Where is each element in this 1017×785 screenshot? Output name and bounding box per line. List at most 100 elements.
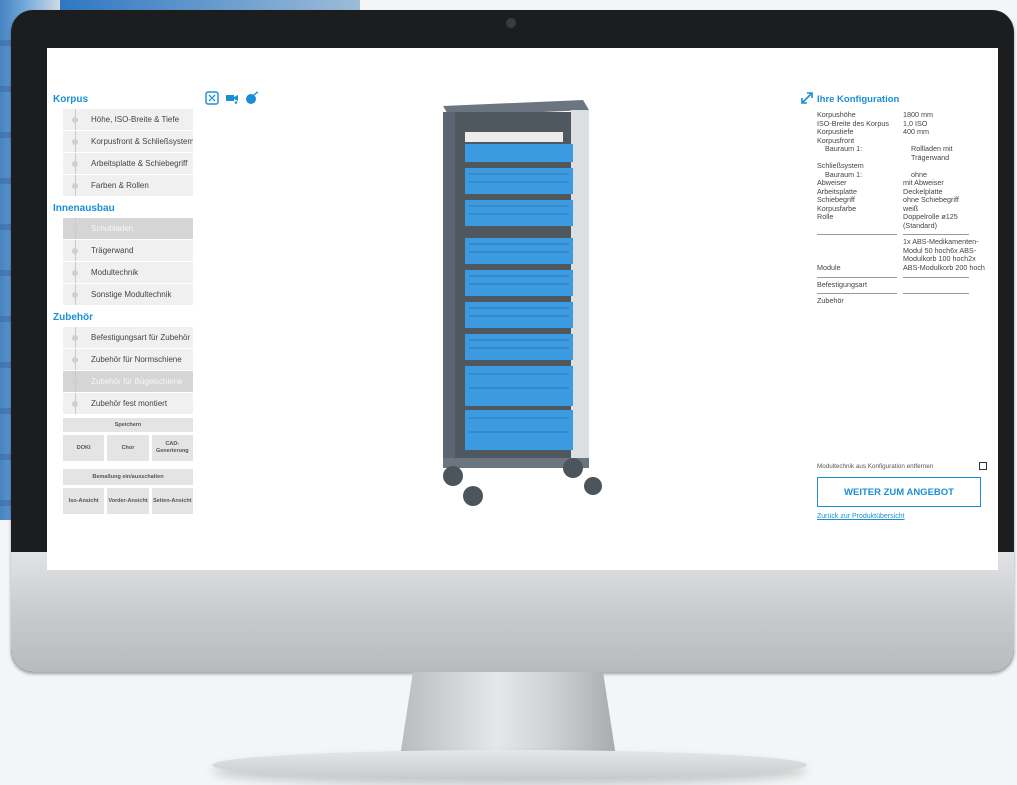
step-label: Zubehör fest montiert	[91, 399, 168, 408]
step-traegerwand[interactable]: Trägerwand	[63, 240, 193, 262]
config-label: Rolle	[817, 212, 834, 221]
step-arbeitsplatte[interactable]: Arbeitsplatte & Schiebegriff	[63, 153, 193, 175]
drawer-8	[465, 366, 573, 406]
step-farben[interactable]: Farben & Rollen	[63, 175, 193, 197]
side-view-button[interactable]: Seiten-Ansicht	[151, 488, 193, 514]
dimension-toggle-button[interactable]: Bemaßung ein/ausschalten	[63, 469, 193, 485]
step-zubehoer-normschiene[interactable]: Zubehör für Normschiene	[63, 349, 193, 371]
config-row: Rolle Doppelrolle ø125 (Standard)	[817, 212, 987, 230]
step-befestigungsart[interactable]: Befestigungsart für Zubehör	[63, 327, 193, 349]
config-value: Rollladen mit Trägerwand	[911, 144, 953, 162]
cabinet-right-side	[571, 110, 589, 462]
config-value: Doppelrolle ø125 (Standard)	[903, 212, 958, 230]
step-dot-icon	[72, 401, 78, 407]
divider	[817, 276, 987, 278]
drawer-9	[465, 410, 573, 450]
section-title-zubehoer: Zubehör	[53, 312, 93, 323]
config-row-zubehoer: Zubehör	[817, 296, 987, 306]
camera-icon[interactable]	[225, 91, 239, 105]
config-value	[903, 281, 987, 290]
caster-wheel	[463, 486, 483, 506]
config-row: Bauraum 1: Rollladen mit Trägerwand	[817, 144, 987, 162]
drawer-6	[465, 302, 573, 328]
config-title: Ihre Konfiguration	[817, 94, 900, 105]
config-label: Module	[817, 263, 841, 272]
expand-icon[interactable]	[801, 92, 813, 104]
back-to-products-link[interactable]: Zurück zur Produktübersicht	[817, 513, 905, 520]
drawer-7	[465, 334, 573, 360]
step-dot-icon	[72, 335, 78, 341]
monitor-frame: Korpus Höhe, ISO-Breite & Tiefe Korpusfr…	[11, 10, 1014, 672]
step-hoehe[interactable]: Höhe, ISO-Breite & Tiefe	[63, 109, 193, 131]
step-label: Farben & Rollen	[91, 181, 149, 190]
config-row-befestigung: Befestigungsart	[817, 279, 987, 290]
config-row-module: Module 1x ABS-Medikamenten-Modul 50 hoch…	[817, 237, 987, 273]
step-zubehoer-fest[interactable]: Zubehör fest montiert	[63, 393, 193, 415]
drawer-4	[465, 238, 573, 264]
export-button-row: DOKI Chor CAD-Generierung	[63, 435, 193, 461]
viewer-toolbar	[205, 91, 259, 105]
view-button-row: Iso-Ansicht Vorder-Ansicht Seiten-Ansich…	[63, 488, 193, 514]
sidebar: Korpus Höhe, ISO-Breite & Tiefe Korpusfr…	[53, 88, 193, 514]
step-label: Arbeitsplatte & Schiebegriff	[91, 159, 188, 168]
steps-korpus: Höhe, ISO-Breite & Tiefe Korpusfront & S…	[63, 109, 193, 197]
doki-button[interactable]: DOKI	[63, 435, 105, 461]
step-label: Befestigungsart für Zubehör	[91, 333, 191, 342]
steps-zubehoer: Befestigungsart für Zubehör Zubehör für …	[63, 327, 193, 415]
remove-module-checkbox[interactable]	[979, 462, 987, 470]
section-title-innenausbau: Innenausbau	[53, 203, 115, 214]
step-label: Trägerwand	[91, 246, 134, 255]
step-dot-icon	[72, 183, 78, 189]
step-dot-icon	[72, 117, 78, 123]
step-label: Zubehör für Bügelschiene	[91, 377, 183, 386]
front-view-button[interactable]: Vorder-Ansicht	[107, 488, 149, 514]
step-zubehoer-buegelschiene[interactable]: Zubehör für Bügelschiene	[63, 371, 193, 393]
config-label: Befestigungsart	[817, 279, 867, 289]
iso-view-button[interactable]: Iso-Ansicht	[63, 488, 105, 514]
steps-innenausbau: Schubladen Trägerwand Modultechnik Sonst…	[63, 218, 193, 306]
step-dot-icon	[72, 226, 78, 232]
step-label: Modultechnik	[91, 268, 139, 277]
step-dot-icon	[72, 357, 78, 363]
caster-wheel	[443, 466, 463, 486]
step-label: Zubehör für Normschiene	[91, 355, 182, 364]
drawer-1	[465, 144, 573, 162]
config-label: Bauraum 1:	[825, 144, 863, 153]
step-korpusfront[interactable]: Korpusfront & Schließsystem	[63, 131, 193, 153]
config-value: 400 mm	[903, 127, 929, 136]
cad-button[interactable]: CAD-Generierung	[151, 435, 193, 461]
step-dot-icon	[72, 248, 78, 254]
fullscreen-frame-icon[interactable]	[205, 91, 219, 105]
step-modultechnik[interactable]: Modultechnik	[63, 262, 193, 284]
save-button[interactable]: Speichern	[63, 418, 193, 432]
config-label: Zubehör	[817, 296, 844, 305]
config-value: 1x ABS-Medikamenten-Modul 50 hoch6x ABS-…	[903, 237, 985, 272]
step-label: Höhe, ISO-Breite & Tiefe	[91, 115, 180, 124]
divider	[817, 293, 987, 294]
step-dot-icon	[72, 270, 78, 276]
step-label: Korpusfront & Schließsystem	[91, 137, 193, 146]
caster-wheel	[563, 458, 583, 478]
step-label: Sonstige Modultechnik	[91, 290, 172, 299]
drawer-2	[465, 168, 573, 194]
chor-button[interactable]: Chor	[107, 435, 149, 461]
drawer-3	[465, 200, 573, 226]
configurator-screen: Korpus Höhe, ISO-Breite & Tiefe Korpusfr…	[47, 48, 998, 570]
step-schubladen[interactable]: Schubladen	[63, 218, 193, 240]
drawer-5	[465, 270, 573, 296]
config-value	[903, 297, 987, 306]
step-sonstige-modultechnik[interactable]: Sonstige Modultechnik	[63, 284, 193, 306]
monitor-stand-base	[212, 750, 807, 780]
step-dot-icon	[72, 139, 78, 145]
monitor-chin	[11, 552, 1014, 672]
continue-to-offer-button[interactable]: WEITER ZUM ANGEBOT	[817, 477, 981, 507]
cabinet-3d-preview[interactable]	[413, 98, 603, 508]
config-row: Korpusfarbe weiß	[817, 204, 987, 214]
monitor-stand-neck	[400, 672, 616, 757]
step-label: Schubladen	[91, 224, 134, 233]
bomb-icon[interactable]	[245, 91, 259, 105]
step-dot-icon	[72, 161, 78, 167]
configuration-summary: Ihre Konfiguration Korpushöhe 1800 mm ISO…	[817, 94, 987, 306]
step-dot-icon	[72, 292, 78, 298]
section-title-korpus: Korpus	[53, 94, 88, 105]
